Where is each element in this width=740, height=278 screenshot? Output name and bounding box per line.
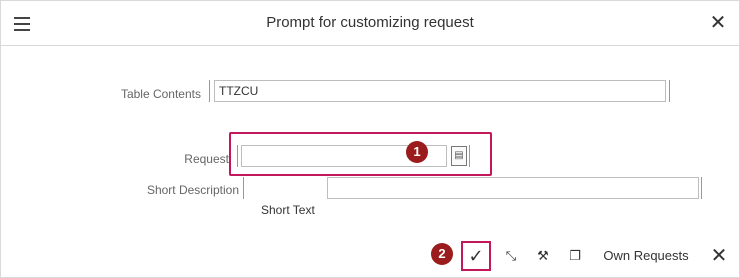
title-bar: Prompt for customizing request ✕	[1, 1, 739, 46]
close-icon[interactable]: ✕	[706, 11, 730, 35]
field-marker	[209, 80, 210, 102]
field-marker	[243, 177, 244, 199]
field-end-marker	[701, 177, 702, 199]
step-badge-2: 2	[431, 243, 453, 265]
short-text-caption: Short Text	[261, 203, 315, 217]
expand-icon: ⤡	[505, 248, 517, 263]
step-badge-1: 1	[406, 141, 428, 163]
cancel-icon: ✕	[710, 245, 728, 267]
confirm-button[interactable]: ✓	[461, 241, 491, 271]
expand-button[interactable]: ⤡	[501, 243, 521, 269]
field-end-marker	[669, 80, 670, 102]
own-requests-button[interactable]: Own Requests	[596, 243, 696, 269]
dialog-title: Prompt for customizing request	[266, 14, 474, 31]
short-description-label: Short Description	[146, 183, 239, 197]
value-help-icon[interactable]: ▤	[451, 146, 467, 166]
field-marker	[237, 145, 238, 167]
request-label: Request	[184, 152, 229, 166]
new-document-button[interactable]: ❐	[565, 243, 585, 269]
table-contents-field[interactable]: TTZCU	[214, 80, 666, 102]
table-contents-label: Table Contents	[120, 87, 201, 101]
cancel-button[interactable]: ✕	[707, 243, 731, 269]
checkmark-icon: ✓	[468, 246, 484, 266]
field-end-marker	[469, 145, 470, 167]
short-description-input[interactable]	[327, 177, 699, 199]
tools-icon: ⚒	[537, 248, 549, 263]
tools-button[interactable]: ⚒	[531, 243, 555, 269]
dialog-window: Prompt for customizing request ✕ Table C…	[0, 0, 740, 278]
new-document-icon: ❐	[569, 248, 581, 263]
